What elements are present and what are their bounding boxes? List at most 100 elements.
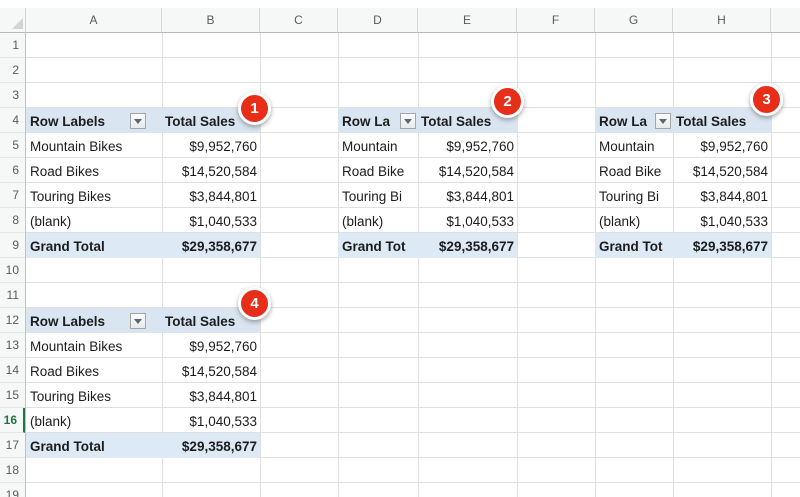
pivot-value-cell[interactable]: $14,520,584 xyxy=(418,158,517,183)
pivot-value-cell[interactable]: $3,844,801 xyxy=(162,183,260,208)
filter-dropdown-button[interactable] xyxy=(130,313,146,329)
pivot-value-cell[interactable]: $9,952,760 xyxy=(162,333,260,358)
grand-total-label-cell[interactable]: Grand Tot xyxy=(338,233,418,258)
pivot-data-row: Mountain $9,952,760 xyxy=(338,133,517,158)
pivot-value-cell[interactable]: $1,040,533 xyxy=(162,408,260,433)
pivot-value-cell[interactable]: $9,952,760 xyxy=(673,133,771,158)
filter-dropdown-button[interactable] xyxy=(400,113,416,129)
chevron-down-icon xyxy=(404,118,412,124)
pivot-label-cell[interactable]: Road Bike xyxy=(338,158,418,183)
grand-total-label-cell[interactable]: Grand Total xyxy=(26,433,162,458)
filter-dropdown-button[interactable] xyxy=(655,113,671,129)
pivot-value-cell[interactable]: $3,844,801 xyxy=(673,183,771,208)
row-header-14[interactable]: 14 xyxy=(0,358,25,383)
pivot-label-cell[interactable]: (blank) xyxy=(26,208,162,233)
values-header: Total Sales xyxy=(165,114,236,129)
grand-total-value-cell[interactable]: $29,358,677 xyxy=(162,433,260,458)
row-header-11[interactable]: 11 xyxy=(0,283,25,308)
column-header-i-partial[interactable] xyxy=(771,8,800,32)
pivot-data-row: Touring Bi $3,844,801 xyxy=(595,183,771,208)
callout-badge-4: 4 xyxy=(238,287,271,320)
pivot-label-cell[interactable]: Touring Bikes xyxy=(26,383,162,408)
pivot-data-row: (blank) $1,040,533 xyxy=(338,208,517,233)
pivot-label-cell[interactable]: Mountain Bikes xyxy=(26,133,162,158)
pivot-value-cell[interactable]: $3,844,801 xyxy=(418,183,517,208)
row-labels-header: Row La xyxy=(599,114,648,129)
pivot-data-row: Road Bikes $14,520,584 xyxy=(26,358,260,383)
row-labels-header-cell[interactable]: Row La xyxy=(595,108,673,133)
row-labels-header-cell[interactable]: Row La xyxy=(338,108,418,133)
chevron-down-icon xyxy=(134,118,142,124)
column-header-f[interactable]: F xyxy=(517,8,595,32)
column-header-b[interactable]: B xyxy=(162,8,260,32)
row-header-4[interactable]: 4 xyxy=(0,108,25,133)
row-header-13[interactable]: 13 xyxy=(0,333,25,358)
pivot-label-cell[interactable]: (blank) xyxy=(26,408,162,433)
column-header-d[interactable]: D xyxy=(338,8,418,32)
grand-total-label-cell[interactable]: Grand Tot xyxy=(595,233,673,258)
row-header-16-active[interactable]: 16 xyxy=(0,408,25,433)
row-header-10[interactable]: 10 xyxy=(0,258,25,283)
row-header-17[interactable]: 17 xyxy=(0,433,25,458)
pivot-value-cell[interactable]: $14,520,584 xyxy=(673,158,771,183)
pivot-value-cell[interactable]: $1,040,533 xyxy=(673,208,771,233)
column-header-h[interactable]: H xyxy=(673,8,771,32)
pivot-value-cell[interactable]: $1,040,533 xyxy=(162,208,260,233)
pivot-label-cell[interactable]: Touring Bi xyxy=(338,183,418,208)
pivot-data-row: Touring Bikes $3,844,801 xyxy=(26,183,260,208)
pivot-data-row: Touring Bi $3,844,801 xyxy=(338,183,517,208)
pivot-data-row: (blank) $1,040,533 xyxy=(595,208,771,233)
pivot-table-2: Row La Total Sales Mountain $9,952,760 R… xyxy=(338,108,517,258)
pivot-value-cell[interactable]: $1,040,533 xyxy=(418,208,517,233)
pivot-label-cell[interactable]: (blank) xyxy=(595,208,673,233)
gridline xyxy=(418,33,419,497)
pivot-value-cell[interactable]: $3,844,801 xyxy=(162,383,260,408)
row-header-2[interactable]: 2 xyxy=(0,58,25,83)
row-header-5[interactable]: 5 xyxy=(0,133,25,158)
row-labels-header: Row Labels xyxy=(30,114,106,129)
row-header-8[interactable]: 8 xyxy=(0,208,25,233)
column-header-a[interactable]: A xyxy=(26,8,162,32)
pivot-value-cell[interactable]: $9,952,760 xyxy=(162,133,260,158)
row-header-19[interactable]: 19 xyxy=(0,483,25,497)
row-header-7[interactable]: 7 xyxy=(0,183,25,208)
pivot-grand-total-row: Grand Tot $29,358,677 xyxy=(338,233,517,258)
pivot-label-cell[interactable]: Mountain Bikes xyxy=(26,333,162,358)
pivot-label-cell[interactable]: Road Bikes xyxy=(26,158,162,183)
pivot-value-cell[interactable]: $9,952,760 xyxy=(418,133,517,158)
pivot-value-cell[interactable]: $14,520,584 xyxy=(162,158,260,183)
pivot-value-cell[interactable]: $14,520,584 xyxy=(162,358,260,383)
column-header-c[interactable]: C xyxy=(260,8,338,32)
pivot-data-row: (blank) $1,040,533 xyxy=(26,408,260,433)
grand-total-label-cell[interactable]: Grand Total xyxy=(26,233,162,258)
grand-total-value-cell[interactable]: $29,358,677 xyxy=(673,233,771,258)
row-header-1[interactable]: 1 xyxy=(0,33,25,58)
callout-badge-2: 2 xyxy=(491,85,524,118)
pivot-label-cell[interactable]: Mountain xyxy=(338,133,418,158)
grand-total-value-cell[interactable]: $29,358,677 xyxy=(162,233,260,258)
pivot-header-row: Row Labels Total Sales xyxy=(26,308,260,333)
row-header-12[interactable]: 12 xyxy=(0,308,25,333)
row-header-6[interactable]: 6 xyxy=(0,158,25,183)
pivot-label-cell[interactable]: Touring Bi xyxy=(595,183,673,208)
pivot-label-cell[interactable]: Touring Bikes xyxy=(26,183,162,208)
chevron-down-icon xyxy=(659,118,667,124)
row-header-18[interactable]: 18 xyxy=(0,458,25,483)
row-labels-header: Row Labels xyxy=(30,314,106,329)
grand-total-value-cell[interactable]: $29,358,677 xyxy=(418,233,517,258)
pivot-label-cell[interactable]: Mountain xyxy=(595,133,673,158)
row-labels-header-cell[interactable]: Row Labels xyxy=(26,308,162,333)
pivot-label-cell[interactable]: Road Bikes xyxy=(26,358,162,383)
pivot-header-row: Row La Total Sales xyxy=(338,108,517,133)
pivot-label-cell[interactable]: (blank) xyxy=(338,208,418,233)
filter-dropdown-button[interactable] xyxy=(130,113,146,129)
column-header-g[interactable]: G xyxy=(595,8,673,32)
column-header-e[interactable]: E xyxy=(418,8,517,32)
select-all-corner[interactable] xyxy=(0,8,26,33)
row-header-3[interactable]: 3 xyxy=(0,83,25,108)
pivot-grand-total-row: Grand Tot $29,358,677 xyxy=(595,233,771,258)
row-header-15[interactable]: 15 xyxy=(0,383,25,408)
pivot-label-cell[interactable]: Road Bike xyxy=(595,158,673,183)
row-labels-header-cell[interactable]: Row Labels xyxy=(26,108,162,133)
row-header-9[interactable]: 9 xyxy=(0,233,25,258)
